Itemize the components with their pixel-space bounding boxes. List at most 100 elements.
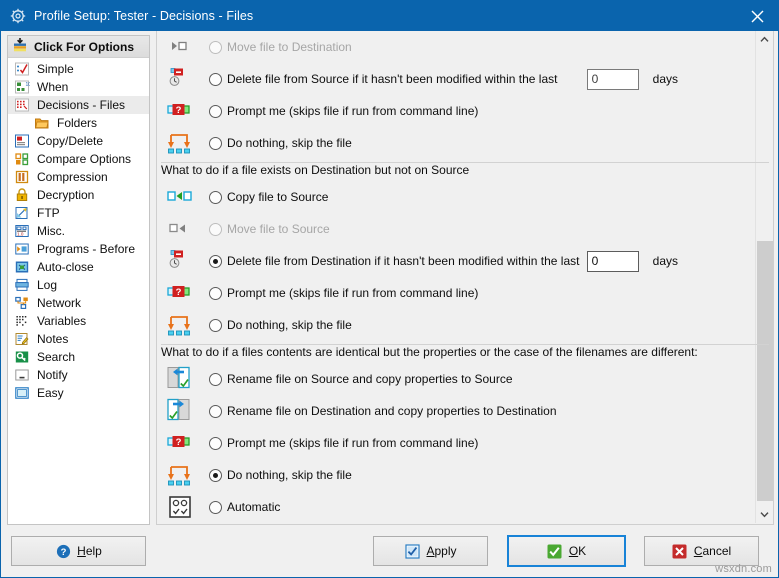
sidebar-item-decryption[interactable]: Decryption [8,186,149,204]
help-rest: elp [86,544,102,558]
radio-prompt-me-skips-file-if-run-from-command-l[interactable]: Prompt me (skips file if run from comman… [209,286,478,300]
radio-label: Move file to Source [227,222,330,236]
radio-do-nothing-skip-the-file[interactable]: Do nothing, skip the file [209,318,352,332]
easy-icon [14,385,30,401]
sidebar-item-label: Copy/Delete [37,134,103,148]
radio-rename-file-on-destination-and-copy-proper[interactable]: Rename file on Destination and copy prop… [209,404,557,418]
radio-indicator[interactable] [209,405,222,418]
option-row: Automatic [157,491,773,523]
option-row: Delete file from Destination if it hasn'… [157,245,773,277]
notes-icon [14,331,30,347]
radio-do-nothing-skip-the-file[interactable]: Do nothing, skip the file [209,468,352,482]
radio-label: Automatic [227,500,280,514]
radio-indicator[interactable] [209,191,222,204]
sidebar-item-auto-close[interactable]: Auto-close [8,258,149,276]
sidebar-item-when[interactable]: 10When [8,78,149,96]
scroll-thumb[interactable] [757,241,773,501]
radio-indicator[interactable] [209,319,222,332]
days-input[interactable] [587,251,639,272]
radio-delete-file-from-source-if-it-hasn-t-been-[interactable]: Delete file from Source if it hasn't bee… [209,72,557,86]
radio-indicator[interactable] [209,137,222,150]
sidebar-item-ftp[interactable]: FTP [8,204,149,222]
ok-rest: K [578,544,586,558]
sidebar-item-log[interactable]: Log [8,276,149,294]
close-button[interactable] [735,1,779,31]
sidebar-item-label: Notes [37,332,68,346]
scroll-up-button[interactable] [756,31,773,48]
rename-dest-icon [167,399,193,423]
prompt-question-icon: ? [167,99,193,123]
sidebar-item-folders[interactable]: Folders [8,114,149,132]
title-bar: Profile Setup: Tester - Decisions - File… [1,1,779,31]
radio-indicator[interactable] [209,287,222,300]
sidebar-item-network[interactable]: Network [8,294,149,312]
radio-indicator[interactable] [209,469,222,482]
radio-indicator[interactable] [209,373,222,386]
folder-icon [34,115,50,131]
option-row: Do nothing, skip the file [157,459,773,491]
do-nothing-icon [167,131,193,155]
radio-rename-file-on-source-and-copy-properties-[interactable]: Rename file on Source and copy propertie… [209,372,513,386]
help-button[interactable]: ? Help [11,536,146,566]
days-label: days [653,254,678,268]
sidebar-item-search[interactable]: Search [8,348,149,366]
simple-check-icon [14,61,30,77]
sidebar-item-copy-delete[interactable]: Copy/Delete [8,132,149,150]
radio-indicator[interactable] [209,255,222,268]
cancel-button[interactable]: Cancel [644,536,759,566]
radio-label: Delete file from Source if it hasn't bee… [227,72,557,86]
radio-indicator [209,41,222,54]
section-1-options: Move file to DestinationDelete file from… [157,31,773,159]
help-question-icon: ? [55,543,71,559]
apply-accel: A [426,544,434,558]
sidebar-item-decisions-files[interactable]: Decisions - Files [8,96,149,114]
ok-button-label: OK [569,544,586,558]
sidebar-item-label: Simple [37,62,74,76]
sidebar-item-compression[interactable]: Compression [8,168,149,186]
delete-clock-icon [167,249,193,273]
apply-check-icon [404,543,420,559]
radio-prompt-me-skips-file-if-run-from-command-l[interactable]: Prompt me (skips file if run from comman… [209,104,478,118]
help-button-label: Help [77,544,102,558]
sidebar-item-label: Folders [57,116,97,130]
radio-label: Prompt me (skips file if run from comman… [227,436,478,450]
ftp-icon [14,205,30,221]
apply-button[interactable]: Apply [373,536,488,566]
cancel-rest: ancel [702,544,731,558]
radio-indicator[interactable] [209,437,222,450]
programs-icon [14,241,30,257]
option-row: Delete file from Source if it hasn't bee… [157,63,773,95]
radio-automatic[interactable]: Automatic [209,500,280,514]
days-input[interactable] [587,69,639,90]
delete-clock-icon [167,67,193,91]
scroll-down-button[interactable] [756,506,773,523]
sidebar-header-label: Click For Options [34,40,134,54]
option-row: ? Prompt me (skips file if run from comma… [157,95,773,127]
sidebar-item-notes[interactable]: Notes [8,330,149,348]
sidebar-item-label: Variables [37,314,86,328]
sidebar-item-programs-before[interactable]: Programs - Before [8,240,149,258]
sidebar-item-easy[interactable]: Easy [8,384,149,402]
radio-indicator[interactable] [209,501,222,514]
panel-vertical-scrollbar[interactable] [755,31,773,523]
click-for-options-header[interactable]: Click For Options [8,36,149,58]
radio-do-nothing-skip-the-file[interactable]: Do nothing, skip the file [209,136,352,150]
move-to-dest-icon [167,35,193,59]
sidebar-item-notify[interactable]: Notify [8,366,149,384]
radio-prompt-me-skips-file-if-run-from-command-l[interactable]: Prompt me (skips file if run from comman… [209,436,478,450]
variables-icon [14,313,30,329]
rename-source-icon [167,367,193,391]
sidebar-item-variables[interactable]: Variables [8,312,149,330]
prompt-question-icon: ? [167,431,193,455]
radio-indicator[interactable] [209,105,222,118]
radio-indicator[interactable] [209,73,222,86]
radio-copy-file-to-source[interactable]: Copy file to Source [209,190,328,204]
radio-label: Do nothing, skip the file [227,136,352,150]
section-2-header-label: What to do if a file exists on Destinati… [161,163,477,177]
ok-button[interactable]: OK [507,535,626,567]
watermark: wsxdn.com [715,563,772,575]
sidebar-item-misc[interactable]: 1.0Misc. [8,222,149,240]
radio-delete-file-from-destination-if-it-hasn-t-[interactable]: Delete file from Destination if it hasn'… [209,254,579,268]
sidebar-item-compare-options[interactable]: Compare Options [8,150,149,168]
sidebar-item-simple[interactable]: Simple [8,60,149,78]
